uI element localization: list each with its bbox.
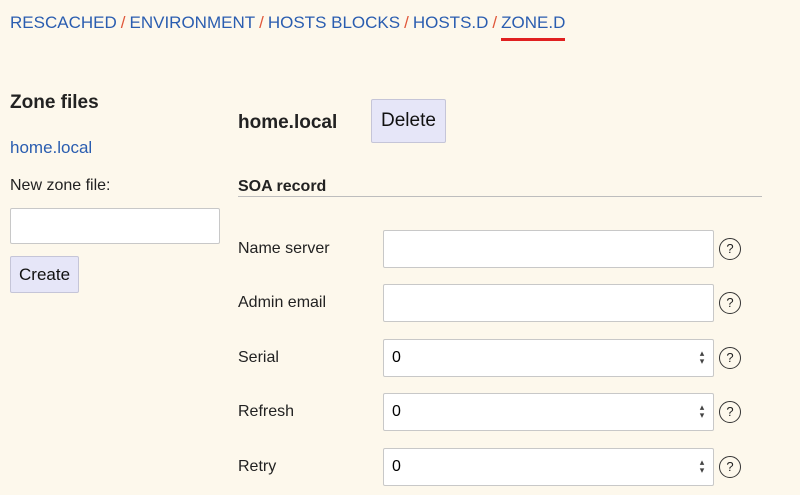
serial-label: Serial	[238, 349, 279, 366]
refresh-label: Refresh	[238, 403, 295, 420]
breadcrumb-zone-d[interactable]: ZONE.D	[501, 13, 565, 32]
breadcrumb-separator: /	[492, 13, 498, 32]
zone-files-sidebar: Zone files home.local New zone file:	[10, 92, 222, 244]
zone-link-home-local[interactable]: home.local	[10, 138, 222, 158]
admin-email-label: Admin email	[238, 294, 327, 311]
new-zone-input[interactable]	[10, 208, 220, 244]
help-icon[interactable]: ?	[719, 456, 741, 478]
spinner-icon[interactable]: ▴ ▾	[697, 403, 707, 420]
breadcrumb-rescached[interactable]: RESCACHED	[10, 13, 117, 32]
delete-button[interactable]: Delete	[371, 99, 446, 143]
refresh-input[interactable]	[383, 393, 714, 431]
sidebar-title: Zone files	[10, 92, 99, 113]
breadcrumb-separator: /	[404, 13, 409, 32]
help-icon[interactable]: ?	[719, 347, 741, 369]
zone-title: home.local	[238, 112, 338, 133]
retry-input[interactable]	[383, 448, 714, 486]
breadcrumb: RESCACHED / ENVIRONMENT / HOSTS BLOCKS / HOSTS…	[10, 13, 565, 33]
admin-email-input[interactable]	[383, 284, 714, 322]
soa-record-heading: SOA record	[238, 178, 327, 195]
serial-input[interactable]	[383, 339, 714, 377]
help-icon[interactable]: ?	[719, 401, 741, 423]
name-server-label: Name server	[238, 240, 330, 257]
help-icon[interactable]: ?	[719, 238, 741, 260]
retry-label: Retry	[238, 458, 277, 475]
retry-row: Retry ▴▾ ?	[238, 448, 762, 486]
breadcrumb-separator: /	[120, 13, 126, 32]
name-server-row: Name server ?	[238, 230, 762, 268]
help-icon[interactable]: ?	[719, 292, 741, 314]
breadcrumb-hosts-d[interactable]: HOSTS.D	[413, 13, 489, 32]
refresh-row: Refresh ▴▾ ?	[238, 393, 762, 431]
spinner-icon[interactable]: ▴ ▾	[697, 458, 707, 475]
spinner-icon[interactable]: ▴ ▾	[697, 349, 707, 366]
create-button[interactable]: Create	[10, 256, 80, 293]
breadcrumb-hosts-blocks[interactable]: HOSTS BLOCKS	[268, 13, 400, 32]
admin-email-row: Admin email ?	[238, 284, 762, 322]
breadcrumb-environment[interactable]: ENVIRONMENT	[129, 13, 255, 32]
serial-row: Serial ▴▾ ?	[238, 339, 762, 377]
name-server-input[interactable]	[383, 230, 714, 268]
breadcrumb-separator: /	[259, 13, 264, 32]
section-divider	[238, 196, 762, 197]
new-zone-label: New zone file:	[10, 177, 111, 194]
